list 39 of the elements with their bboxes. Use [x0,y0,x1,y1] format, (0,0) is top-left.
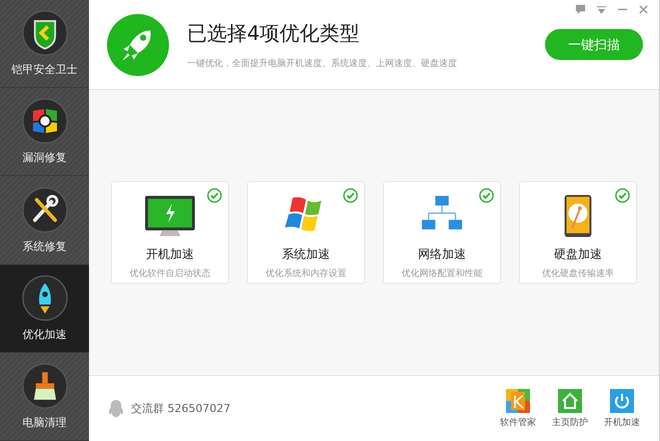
header-title: 已选择4项优化类型 [187,20,361,46]
shield-icon [22,10,68,56]
penguin-icon [107,398,125,418]
close-icon[interactable] [638,4,649,15]
check-icon[interactable] [479,188,494,203]
sidebar-item[interactable]: 铠甲安全卫士 [0,0,89,88]
card-title: 硬盘加速 [554,246,602,263]
card-description: 优化软件自启动状态 [130,268,210,280]
sidebar-item[interactable]: 电脑清理 [0,352,89,441]
feedback-icon[interactable] [575,4,586,15]
header-subtitle: 一键优化，全面提升电脑开机速度、系统速度、上网速度、硬盘速度 [187,58,458,70]
card-description: 优化硬盘传输速率 [542,268,614,280]
check-icon[interactable] [615,188,630,203]
option-card[interactable]: 网络加速 优化网络配置和性能 [383,181,501,284]
rocket-icon [22,274,68,321]
check-icon[interactable] [207,188,222,203]
dropdown-icon[interactable] [596,4,607,15]
app-shortcut[interactable]: K 软件管家 [495,388,541,428]
app-shortcut[interactable]: 主页防护 [547,388,593,428]
card-description: 优化系统和内存设置 [266,268,346,280]
broom-icon [22,362,68,409]
power-icon [610,388,634,412]
wrench-screwdriver-icon [22,186,68,232]
sidebar-item[interactable]: 系统修复 [0,176,89,265]
option-card[interactable]: 开机加速 优化软件自启动状态 [111,181,229,284]
card-description: 优化网络配置和性能 [402,268,482,280]
card-title: 网络加速 [418,246,466,263]
rocket-icon [107,14,169,76]
card-title: 系统加速 [282,246,330,263]
app-shortcut[interactable]: 开机加速 [599,388,645,428]
option-card[interactable]: 硬盘加速 优化硬盘传输速率 [519,181,637,284]
group-number: 交流群 526507027 [131,401,232,416]
option-card[interactable]: 系统加速 优化系统和内存设置 [247,181,365,284]
windows-flag-icon [22,98,68,144]
card-title: 开机加速 [146,246,194,263]
home-icon [558,388,582,412]
sidebar-item[interactable]: 漏洞修复 [0,88,89,176]
check-icon[interactable] [343,188,358,203]
sidebar-item[interactable]: 优化加速 [0,264,89,353]
